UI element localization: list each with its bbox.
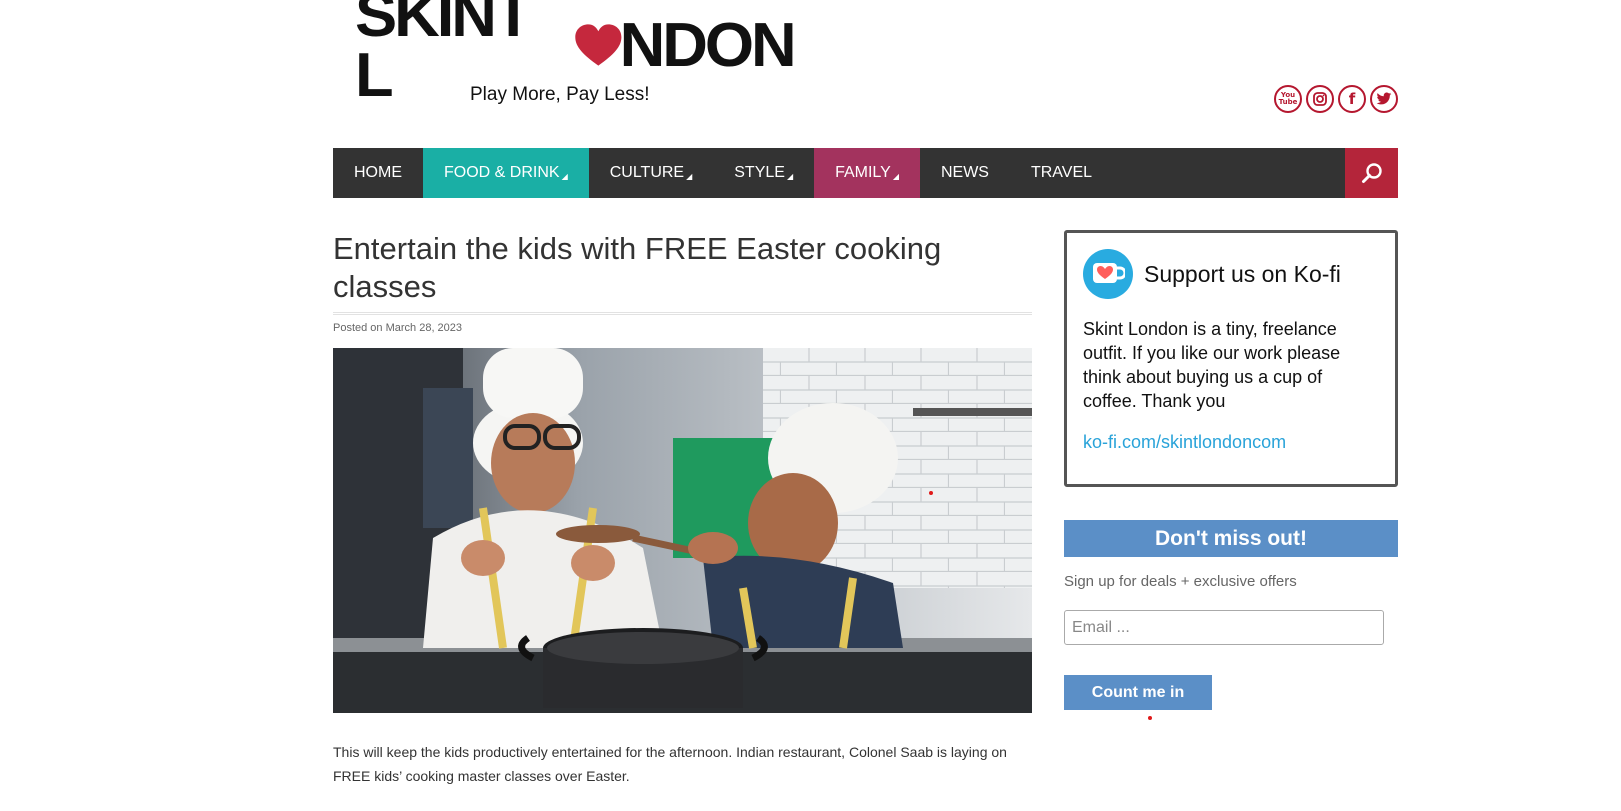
newsletter-heading: Don't miss out! xyxy=(1064,520,1398,557)
nav-item-news[interactable]: NEWS xyxy=(920,148,1010,198)
facebook-icon[interactable]: f xyxy=(1338,85,1366,113)
article-body: This will keep the kids productively ent… xyxy=(333,744,1007,784)
kofi-description: Skint London is a tiny, freelance outfit… xyxy=(1083,319,1341,411)
email-field[interactable] xyxy=(1064,610,1384,645)
nav-item-style[interactable]: STYLE ◢ xyxy=(713,148,814,198)
cursor-marker xyxy=(1148,716,1152,720)
nav-item-travel[interactable]: TRAVEL xyxy=(1010,148,1113,198)
newsletter-subtitle: Sign up for deals + exclusive offers xyxy=(1064,573,1297,590)
nav-item-home[interactable]: HOME xyxy=(333,148,423,198)
search-button[interactable] xyxy=(1345,148,1398,198)
article: Entertain the kids with FREE Easter cook… xyxy=(333,230,1032,784)
caret-icon: ◢ xyxy=(686,172,693,181)
heart-icon xyxy=(575,24,622,66)
article-title: Entertain the kids with FREE Easter cook… xyxy=(333,230,1032,315)
instagram-icon[interactable] xyxy=(1306,85,1334,113)
search-icon xyxy=(1361,163,1382,183)
logo-text-right: NDON xyxy=(619,11,797,80)
logo-text-left: SKINT L xyxy=(355,0,532,110)
cursor-marker xyxy=(929,491,933,495)
twitter-icon[interactable] xyxy=(1370,85,1398,113)
kofi-title: Support us on Ko-fi xyxy=(1144,260,1341,287)
kofi-link[interactable]: ko-fi.com/skintlondoncom xyxy=(1083,432,1379,453)
post-date: Posted on March 28, 2023 xyxy=(333,322,463,334)
social-links: You Tube f xyxy=(1274,85,1398,113)
kofi-header: Support us on Ko-fi xyxy=(1083,249,1379,299)
nav-item-culture[interactable]: CULTURE ◢ xyxy=(589,148,714,198)
nav-item-family[interactable]: FAMILY ◢ xyxy=(814,148,920,198)
main-nav: HOME FOOD & DRINK ◢ CULTURE ◢ STYLE ◢ FAMIL… xyxy=(333,148,1398,198)
count-me-in-button[interactable]: Count me in xyxy=(1064,675,1212,710)
logo-wordmark: SKINT L NDON xyxy=(355,0,797,107)
youtube-icon[interactable]: You Tube xyxy=(1274,85,1302,113)
caret-icon: ◢ xyxy=(561,172,568,181)
article-hero-image xyxy=(333,348,1032,713)
caret-icon: ◢ xyxy=(786,172,794,181)
site-logo[interactable]: SKINT L NDON Play More, Pay Less! xyxy=(355,0,797,107)
caret-icon: ◢ xyxy=(892,172,899,181)
kofi-widget: Support us on Ko-fi Skint London is a ti… xyxy=(1064,230,1398,487)
kofi-cup-icon xyxy=(1083,249,1133,299)
nav-item-food-drink[interactable]: FOOD & DRINK ◢ xyxy=(423,148,589,198)
